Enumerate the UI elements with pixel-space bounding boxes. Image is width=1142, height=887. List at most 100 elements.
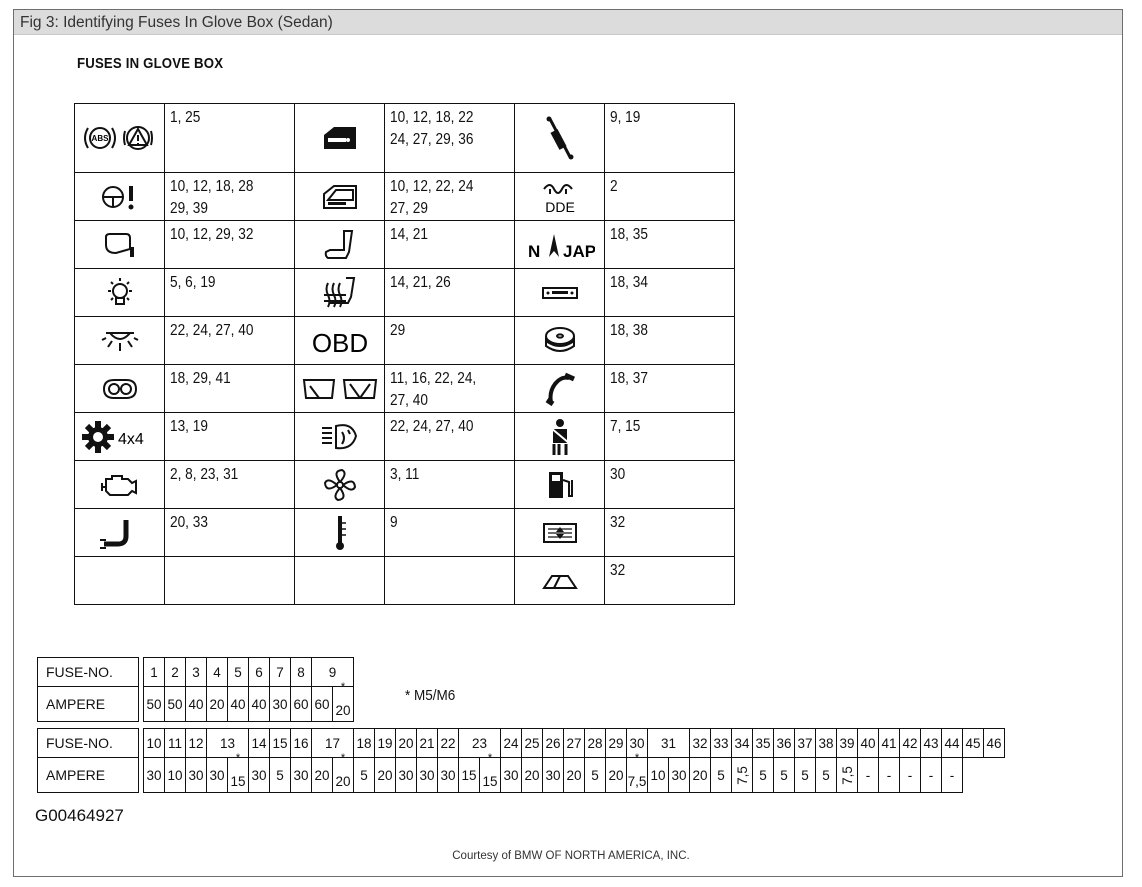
fuse-no-17: 17	[311, 728, 354, 758]
fuse-numbers: 9, 19	[610, 109, 641, 126]
fuse-numbers: 20, 33	[170, 514, 208, 531]
fuel-pump-icon	[515, 468, 604, 502]
nav-left-label: N	[528, 242, 540, 260]
engine-symbol-cell	[74, 460, 165, 509]
fuse-no-32: 32	[689, 728, 711, 758]
fuse-numbers: 22, 24, 27, 40	[390, 418, 474, 435]
ampere-value: 7,5	[836, 757, 858, 793]
fuse-numbers: 18, 35	[610, 226, 648, 243]
fuse-numbers-cell: 14, 21, 26	[384, 268, 515, 317]
seat-heating-symbol-cell	[294, 268, 385, 317]
mirror-icon	[75, 231, 164, 259]
ampere-value: 20	[563, 757, 585, 793]
fuse-no-24: 24	[500, 728, 522, 758]
thermometer-icon	[295, 513, 384, 553]
symbol-row: 2, 8, 23, 31 3, 11 30	[74, 460, 735, 509]
ampere-value: 30	[668, 757, 690, 793]
fuse-no-10: 10	[143, 728, 165, 758]
fuse-numbers-cell: 10, 12, 18, 28 29, 39	[164, 172, 295, 221]
fuse-numbers: 10, 12, 18, 22	[390, 109, 474, 126]
fuse-no-39: 39	[836, 728, 858, 758]
fuse-no-41: 41	[878, 728, 900, 758]
figure-title-bar: Fig 3: Identifying Fuses In Glove Box (S…	[14, 10, 1122, 35]
fuse-no-29: 29	[605, 728, 627, 758]
ampere-value: 5	[752, 757, 774, 793]
ampere-value: 30	[143, 757, 165, 793]
fuse-numbers-cell: 2, 8, 23, 31	[164, 460, 295, 509]
fuse-no-40: 40	[857, 728, 879, 758]
ampere-value: 5	[353, 757, 375, 793]
figure-title: Fig 3: Identifying Fuses In Glove Box (S…	[20, 14, 333, 31]
fuse-numbers-cell: 13, 19	[164, 412, 295, 461]
fuse-numbers-cell: 10, 12, 18, 22 24, 27, 29, 36	[384, 103, 515, 173]
fuse-numbers-cell: 20, 33	[164, 508, 295, 557]
door-lock-icon	[295, 123, 384, 153]
fuse-no-22: 22	[437, 728, 459, 758]
ampere-label: AMPERE	[37, 757, 139, 793]
fuse-numbers: 18, 29, 41	[170, 370, 231, 387]
figure-id: G00464927	[35, 806, 124, 825]
instrument-cluster-icon	[75, 377, 164, 401]
ampere-value: 50	[164, 686, 186, 722]
fuse-numbers: 24, 27, 29, 36	[390, 131, 474, 148]
fuse-ampere-table-2: FUSE-NO. 10 11 12 13 14 15 16 17 18 19 20 21 22 23 24 25…	[37, 728, 1005, 793]
ampere-value: 5	[584, 757, 606, 793]
ampere-value: 20	[311, 757, 333, 793]
fuse-no-26: 26	[542, 728, 564, 758]
fuse-no-11: 11	[164, 728, 186, 758]
steering-warning-icon	[75, 182, 164, 212]
seat-icon	[295, 228, 384, 262]
fuse-no-42: 42	[899, 728, 921, 758]
seat-heating-icon	[295, 275, 384, 311]
light-bulb-icon	[75, 276, 164, 310]
seat-belt-symbol-cell	[514, 412, 605, 461]
thermometer-symbol-cell	[294, 508, 385, 557]
cd-changer-symbol-cell	[514, 316, 605, 365]
fan-icon	[295, 467, 384, 503]
fuse-numbers-cell: 14, 21	[384, 220, 515, 269]
fuse-no-13: 13	[206, 728, 249, 758]
exhaust-icon	[75, 516, 164, 550]
ampere-value: -	[878, 757, 900, 793]
fuse-numbers: 27, 29	[390, 200, 428, 217]
fuse-numbers-cell: 22, 24, 27, 40	[164, 316, 295, 365]
ampere-value: 5	[773, 757, 795, 793]
ampere-value: 30	[416, 757, 438, 793]
abs-brake-warning-icon: ABS	[75, 121, 164, 155]
fuse-no-46: 46	[983, 728, 1005, 758]
fuse-no-16: 16	[290, 728, 312, 758]
symbol-row: 4x4 13, 19 22, 24, 27, 40 7, 15	[74, 412, 735, 461]
ampere-value: 40	[248, 686, 270, 722]
fuse-numbers: 18, 34	[610, 274, 648, 291]
navigation-symbol-cell: N JAP	[514, 220, 605, 269]
fuse-no-35: 35	[752, 728, 774, 758]
fuse-numbers: 30	[610, 466, 626, 483]
ampere-value: 30	[185, 757, 207, 793]
fuse-numbers: 18, 37	[610, 370, 648, 387]
ampere-value: 30	[269, 686, 291, 722]
shock-absorber-icon	[515, 116, 604, 160]
fuse-numbers-cell: 32	[604, 556, 735, 605]
ampere-value: -	[920, 757, 942, 793]
obd-icon: OBD	[295, 324, 384, 358]
fuse-numbers-cell: 18, 35	[604, 220, 735, 269]
instrument-cluster-symbol-cell	[74, 364, 165, 413]
fuse-no-45: 45	[962, 728, 984, 758]
fuse-numbers: 13, 19	[170, 418, 208, 435]
courtesy-credit: Courtesy of BMW OF NORTH AMERICA, INC.	[452, 850, 690, 862]
ampere-value: -	[899, 757, 921, 793]
fan-symbol-cell	[294, 460, 385, 509]
fuse-no-31: 31	[647, 728, 690, 758]
fuse-numbers: 14, 21, 26	[390, 274, 451, 291]
fuse-numbers-cell: 22, 24, 27, 40	[384, 412, 515, 461]
fuse-numbers-cell: 32	[604, 508, 735, 557]
fuse-no-37: 37	[794, 728, 816, 758]
fuse-no-36: 36	[773, 728, 795, 758]
ampere-value: 10	[647, 757, 669, 793]
sunroof-symbol-cell	[514, 556, 605, 605]
fuse-numbers: 32	[610, 514, 626, 531]
fuse-no-27: 27	[563, 728, 585, 758]
symbol-row: 20, 33 9 32	[74, 508, 735, 557]
empty-symbol-cell	[74, 556, 165, 605]
4x4-gear-symbol-cell: 4x4	[74, 412, 165, 461]
